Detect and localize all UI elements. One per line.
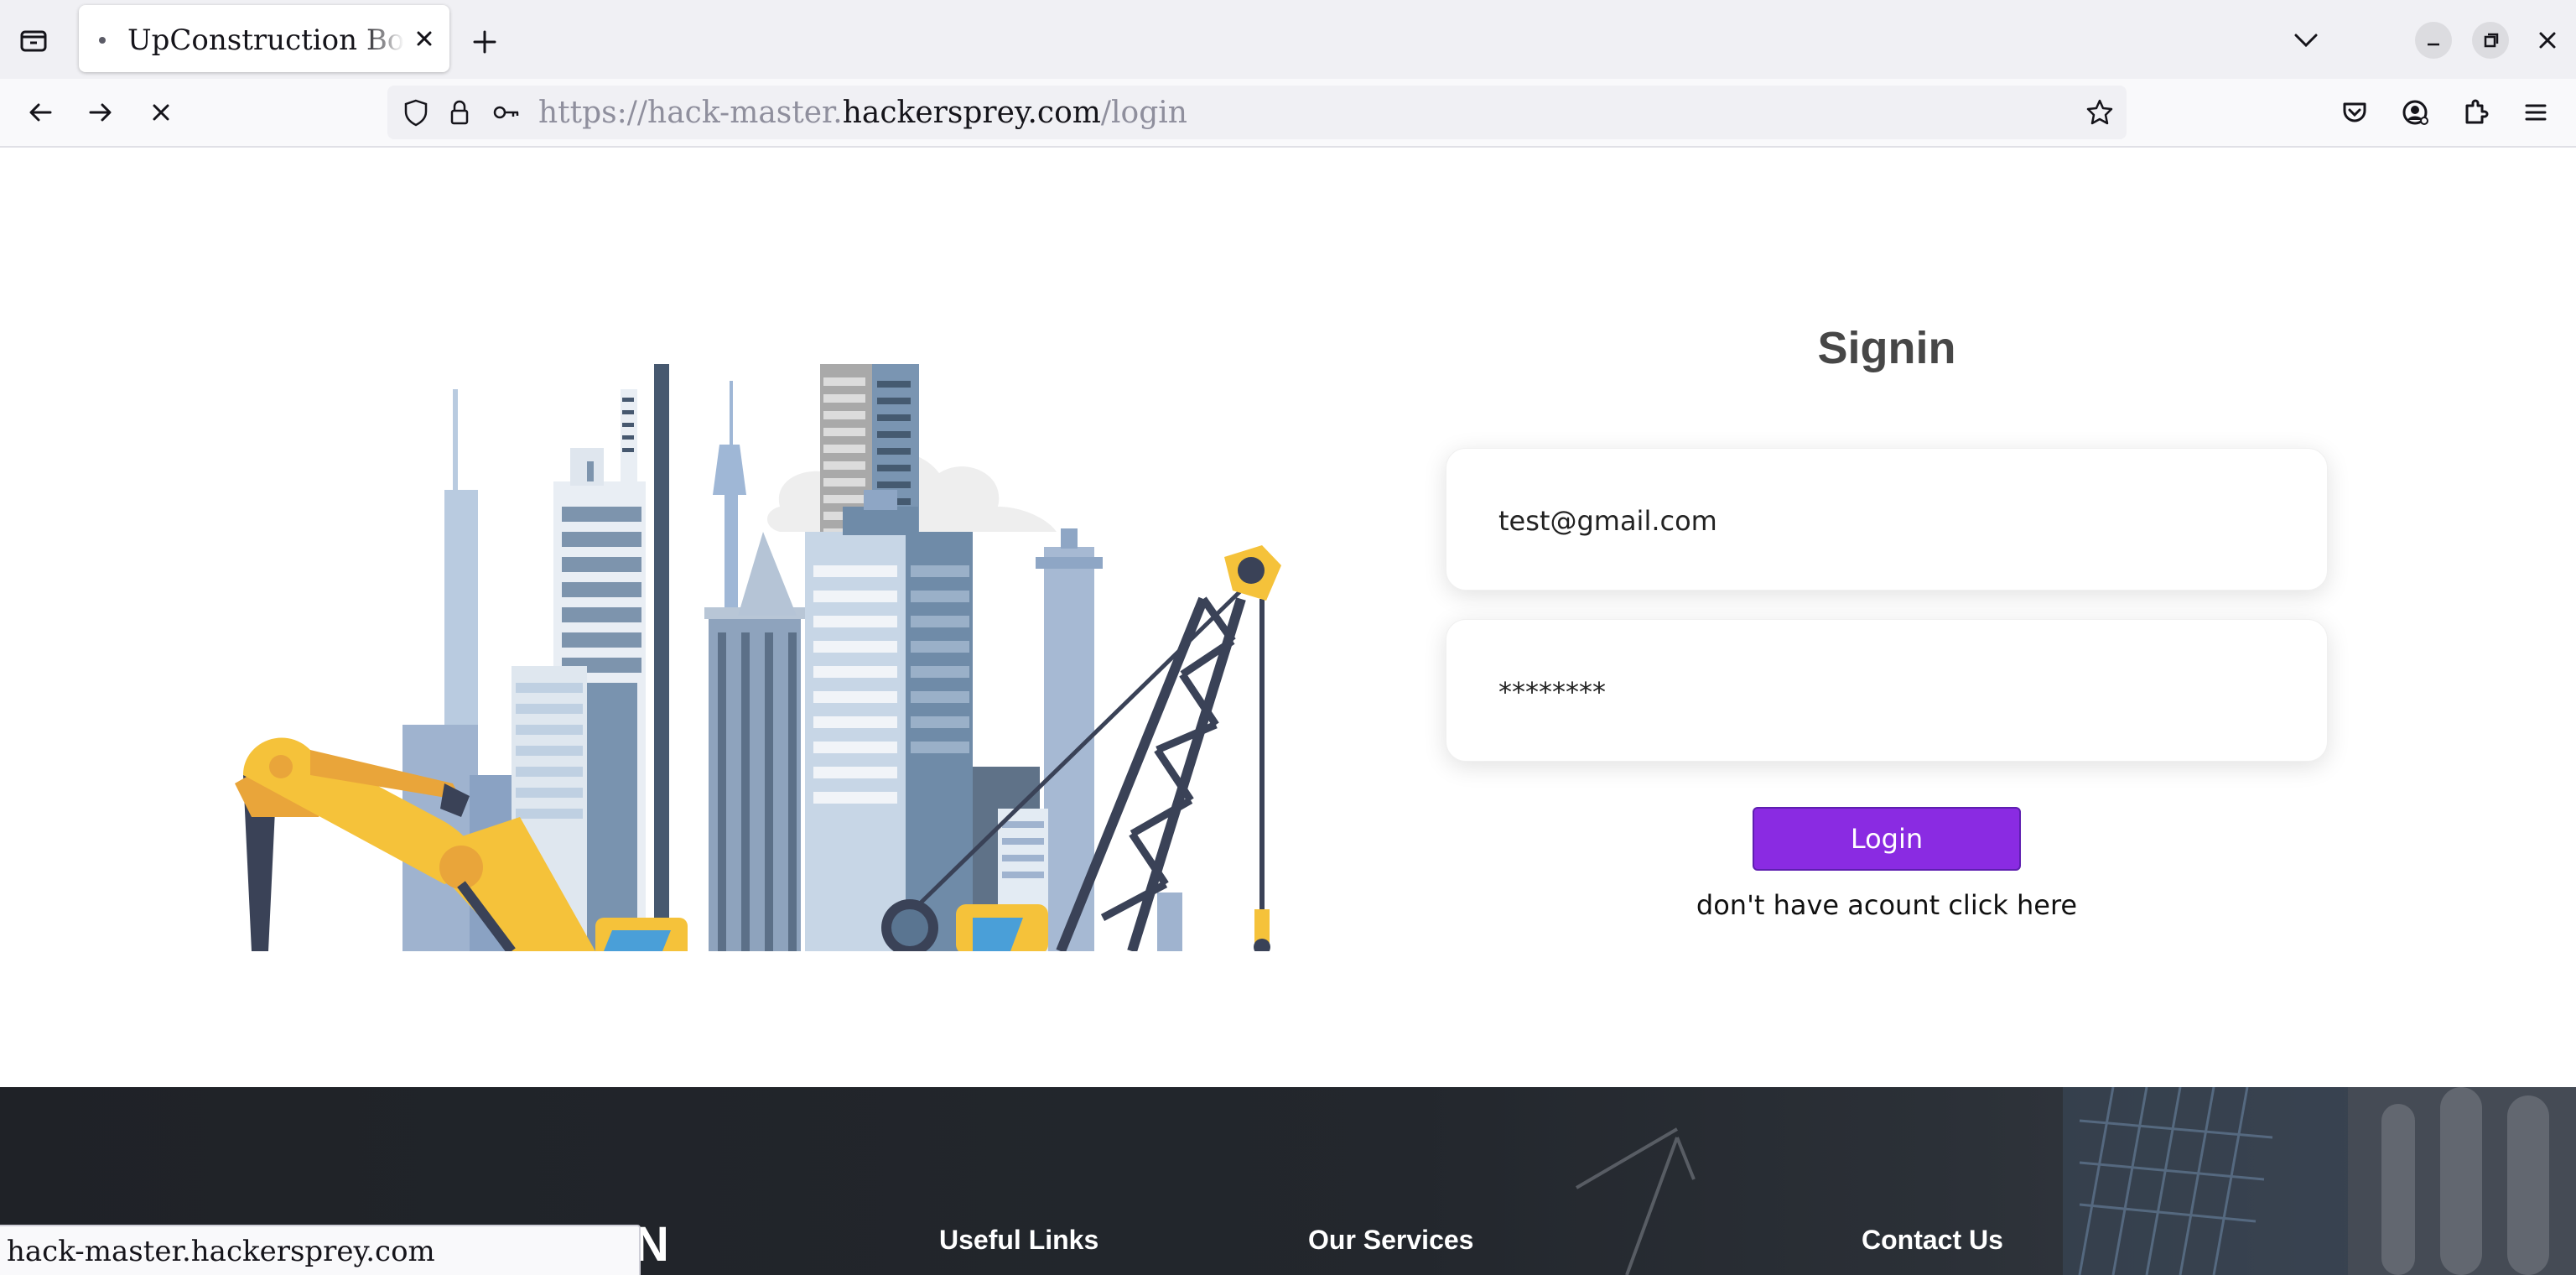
stop-loading-icon[interactable] [143, 94, 179, 131]
url-bar[interactable]: https://hack-master.hackersprey.com/logi… [387, 86, 2127, 139]
restore-icon[interactable] [2472, 22, 2509, 59]
email-input[interactable] [1498, 496, 2253, 546]
tab-bar: UpConstruction Booking [0, 0, 2576, 79]
shield-icon[interactable] [399, 96, 433, 129]
status-url: hack-master.hackersprey.com [7, 1235, 435, 1268]
url-subdomain: hack-master. [647, 96, 843, 130]
lock-icon[interactable] [443, 96, 476, 129]
star-icon[interactable] [2083, 96, 2116, 129]
our-services-heading: Our Services [1308, 1225, 1474, 1255]
url-path: /login [1100, 96, 1187, 130]
url-scheme: https:// [538, 96, 648, 130]
signin-title: Signin [1817, 323, 1956, 373]
login-button[interactable]: Login [1753, 807, 2021, 871]
loading-dot-icon [99, 37, 106, 44]
back-arrow-icon[interactable] [22, 94, 59, 131]
minimize-icon[interactable] [2415, 22, 2452, 59]
tab-title: UpConstruction Booking [127, 23, 404, 57]
close-icon[interactable] [408, 22, 441, 55]
window-close-icon[interactable] [2529, 22, 2566, 59]
link-status-bar: hack-master.hackersprey.com [0, 1225, 641, 1275]
key-icon[interactable] [490, 96, 523, 129]
account-icon[interactable] [2397, 94, 2433, 131]
contact-us-heading: Contact Us [1862, 1225, 2003, 1255]
pocket-icon[interactable] [2336, 94, 2373, 131]
menu-icon[interactable] [2517, 94, 2554, 131]
extensions-icon[interactable] [2457, 94, 2494, 131]
tab-list-icon[interactable] [15, 22, 52, 59]
url-domain: hackersprey.com [842, 96, 1101, 130]
construction-illustration [218, 280, 1308, 951]
email-field[interactable] [1446, 448, 2328, 591]
password-field[interactable] [1446, 619, 2328, 762]
chevron-down-icon[interactable] [2288, 22, 2324, 59]
forward-arrow-icon[interactable] [82, 94, 119, 131]
browser-tab[interactable]: UpConstruction Booking [79, 5, 449, 72]
useful-links-heading: Useful Links [939, 1225, 1099, 1255]
password-input[interactable] [1498, 667, 2253, 717]
login-page: Signin Login don't have acount click her… [0, 149, 2576, 1275]
signup-link[interactable]: don't have acount click here [1446, 889, 2328, 921]
navigation-toolbar: https://hack-master.hackersprey.com/logi… [0, 79, 2576, 148]
url-text[interactable]: https://hack-master.hackersprey.com/logi… [538, 96, 1187, 130]
plus-icon[interactable] [466, 23, 503, 60]
